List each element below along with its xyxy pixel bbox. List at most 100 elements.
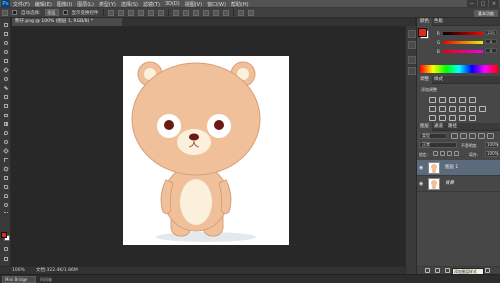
tab-styles[interactable]: 样式 <box>431 76 446 84</box>
exposure-adjustment-icon[interactable] <box>459 97 466 103</box>
invert-adjustment-icon[interactable] <box>429 115 436 121</box>
link-layers-icon[interactable] <box>425 268 430 273</box>
eye-icon[interactable]: ◉ <box>419 165 423 171</box>
auto-select-dropdown[interactable]: 图层 <box>44 9 59 16</box>
filter-smart-object-icon[interactable] <box>487 133 494 139</box>
red-value[interactable]: 225 <box>485 30 497 35</box>
lock-all-icon[interactable] <box>454 151 459 156</box>
quick-select-tool-icon[interactable] <box>2 49 9 55</box>
auto-select-checkbox[interactable] <box>12 10 17 15</box>
history-panel-icon[interactable] <box>408 30 416 38</box>
brightness-adjustment-icon[interactable] <box>429 97 436 103</box>
blue-value[interactable]: 0 <box>485 48 497 53</box>
distribute-bottom-icon[interactable] <box>192 9 199 16</box>
layer-row[interactable]: ◉ 图层 1 <box>417 160 500 176</box>
layer-mask-icon[interactable] <box>445 268 450 273</box>
blue-slider[interactable] <box>443 50 483 53</box>
tab-layers[interactable]: 图层 <box>417 123 432 131</box>
delete-layer-icon[interactable] <box>485 268 490 273</box>
menu-edit[interactable]: 编辑(E) <box>35 1 52 8</box>
filter-shape-icon[interactable] <box>478 133 485 139</box>
fill-input[interactable]: 100% <box>485 151 498 157</box>
color-balance-adjustment-icon[interactable] <box>439 106 446 112</box>
tab-paths[interactable]: 路径 <box>445 123 460 131</box>
color-lookup-adjustment-icon[interactable] <box>479 106 486 112</box>
curves-adjustment-icon[interactable] <box>449 97 456 103</box>
dodge-tool-icon[interactable] <box>2 139 9 145</box>
selective-color-adjustment-icon[interactable] <box>459 115 466 121</box>
screen-mode-icon[interactable] <box>2 256 9 262</box>
vibrance-adjustment-icon[interactable] <box>469 97 476 103</box>
close-button[interactable]: × <box>489 0 499 8</box>
align-top-icon[interactable] <box>107 9 114 16</box>
blur-tool-icon[interactable] <box>2 130 9 136</box>
character-panel-icon[interactable] <box>408 56 416 64</box>
quick-mask-icon[interactable] <box>2 246 9 252</box>
3d-tool-icon[interactable] <box>2 184 9 190</box>
crop-tool-icon[interactable] <box>2 58 9 64</box>
paragraph-panel-icon[interactable] <box>408 67 416 75</box>
align-bottom-icon[interactable] <box>127 9 134 16</box>
tab-swatches[interactable]: 色板 <box>431 18 446 26</box>
maximize-button[interactable]: □ <box>478 0 488 8</box>
hue-saturation-adjustment-icon[interactable] <box>429 106 436 112</box>
filter-adjustment-icon[interactable] <box>460 133 467 139</box>
align-right-icon[interactable] <box>157 9 164 16</box>
type-tool-icon[interactable] <box>2 157 9 163</box>
brush-tool-icon[interactable] <box>2 85 9 91</box>
black-white-adjustment-icon[interactable] <box>449 106 456 112</box>
layer-name[interactable]: 背景 <box>445 176 454 192</box>
eye-icon[interactable]: ◉ <box>419 181 423 187</box>
gradient-map-adjustment-icon[interactable] <box>469 115 476 121</box>
tab-adjustments[interactable]: 调整 <box>417 76 432 84</box>
color-swatches[interactable] <box>1 232 10 241</box>
minimize-button[interactable]: — <box>467 0 477 8</box>
document-tab[interactable]: 熊仔.png @ 100% (图层 1, RGB/8) * <box>12 18 122 26</box>
show-transform-checkbox[interactable] <box>62 10 68 15</box>
eraser-tool-icon[interactable] <box>2 112 9 118</box>
opacity-input[interactable]: 100% <box>485 142 498 148</box>
zoom-tool-icon[interactable] <box>2 202 9 208</box>
menu-image[interactable]: 图像(I) <box>57 1 72 8</box>
distribute-left-icon[interactable] <box>202 9 209 16</box>
move-tool-preset-icon[interactable] <box>2 9 8 16</box>
menu-file[interactable]: 文件(F) <box>13 1 30 8</box>
marquee-tool-icon[interactable] <box>2 31 9 37</box>
align-left-icon[interactable] <box>137 9 144 16</box>
spot-healing-tool-icon[interactable] <box>2 76 9 82</box>
path-select-tool-icon[interactable] <box>2 166 9 172</box>
lock-pixels-icon[interactable] <box>440 151 445 156</box>
timeline-tab[interactable]: 时间轴 <box>40 276 52 283</box>
distribute-middle-icon[interactable] <box>182 9 189 16</box>
tab-color[interactable]: 颜色 <box>417 18 432 26</box>
rectangle-tool-icon[interactable] <box>2 175 9 181</box>
menu-filter[interactable]: 滤镜(T) <box>143 1 160 8</box>
menu-select[interactable]: 选择(S) <box>121 1 138 8</box>
mini-bridge-tab[interactable]: Mini Bridge <box>2 276 36 283</box>
properties-panel-icon[interactable] <box>408 41 416 49</box>
workspace-switcher[interactable]: 基本功能 <box>474 10 498 17</box>
blend-mode-select[interactable]: 正常 <box>419 142 457 148</box>
distribute-center-icon[interactable] <box>212 9 219 16</box>
menu-window[interactable]: 窗口(W) <box>207 1 226 8</box>
align-center-icon[interactable] <box>147 9 154 16</box>
menu-layer[interactable]: 图层(L) <box>77 1 94 8</box>
filter-pixel-icon[interactable] <box>451 133 458 139</box>
channel-mixer-adjustment-icon[interactable] <box>469 106 476 112</box>
3d-rotate-icon[interactable] <box>247 9 254 16</box>
red-slider[interactable] <box>443 32 483 35</box>
move-tool-icon[interactable] <box>2 22 9 28</box>
layer-kind-filter[interactable]: 类型 <box>419 133 447 139</box>
document-canvas[interactable] <box>123 56 289 245</box>
green-value[interactable]: 0 <box>485 39 497 44</box>
history-brush-tool-icon[interactable] <box>2 103 9 109</box>
lock-transparent-icon[interactable] <box>433 151 438 156</box>
eyedropper-tool-icon[interactable] <box>2 67 9 73</box>
pen-tool-icon[interactable] <box>2 148 9 154</box>
tab-channels[interactable]: 通道 <box>431 123 446 131</box>
photo-filter-adjustment-icon[interactable] <box>459 106 466 112</box>
menu-help[interactable]: 帮助(H) <box>231 1 249 8</box>
hand-tool-icon[interactable] <box>2 193 9 199</box>
distribute-right-icon[interactable] <box>222 9 229 16</box>
3d-mode-icon[interactable] <box>237 9 244 16</box>
